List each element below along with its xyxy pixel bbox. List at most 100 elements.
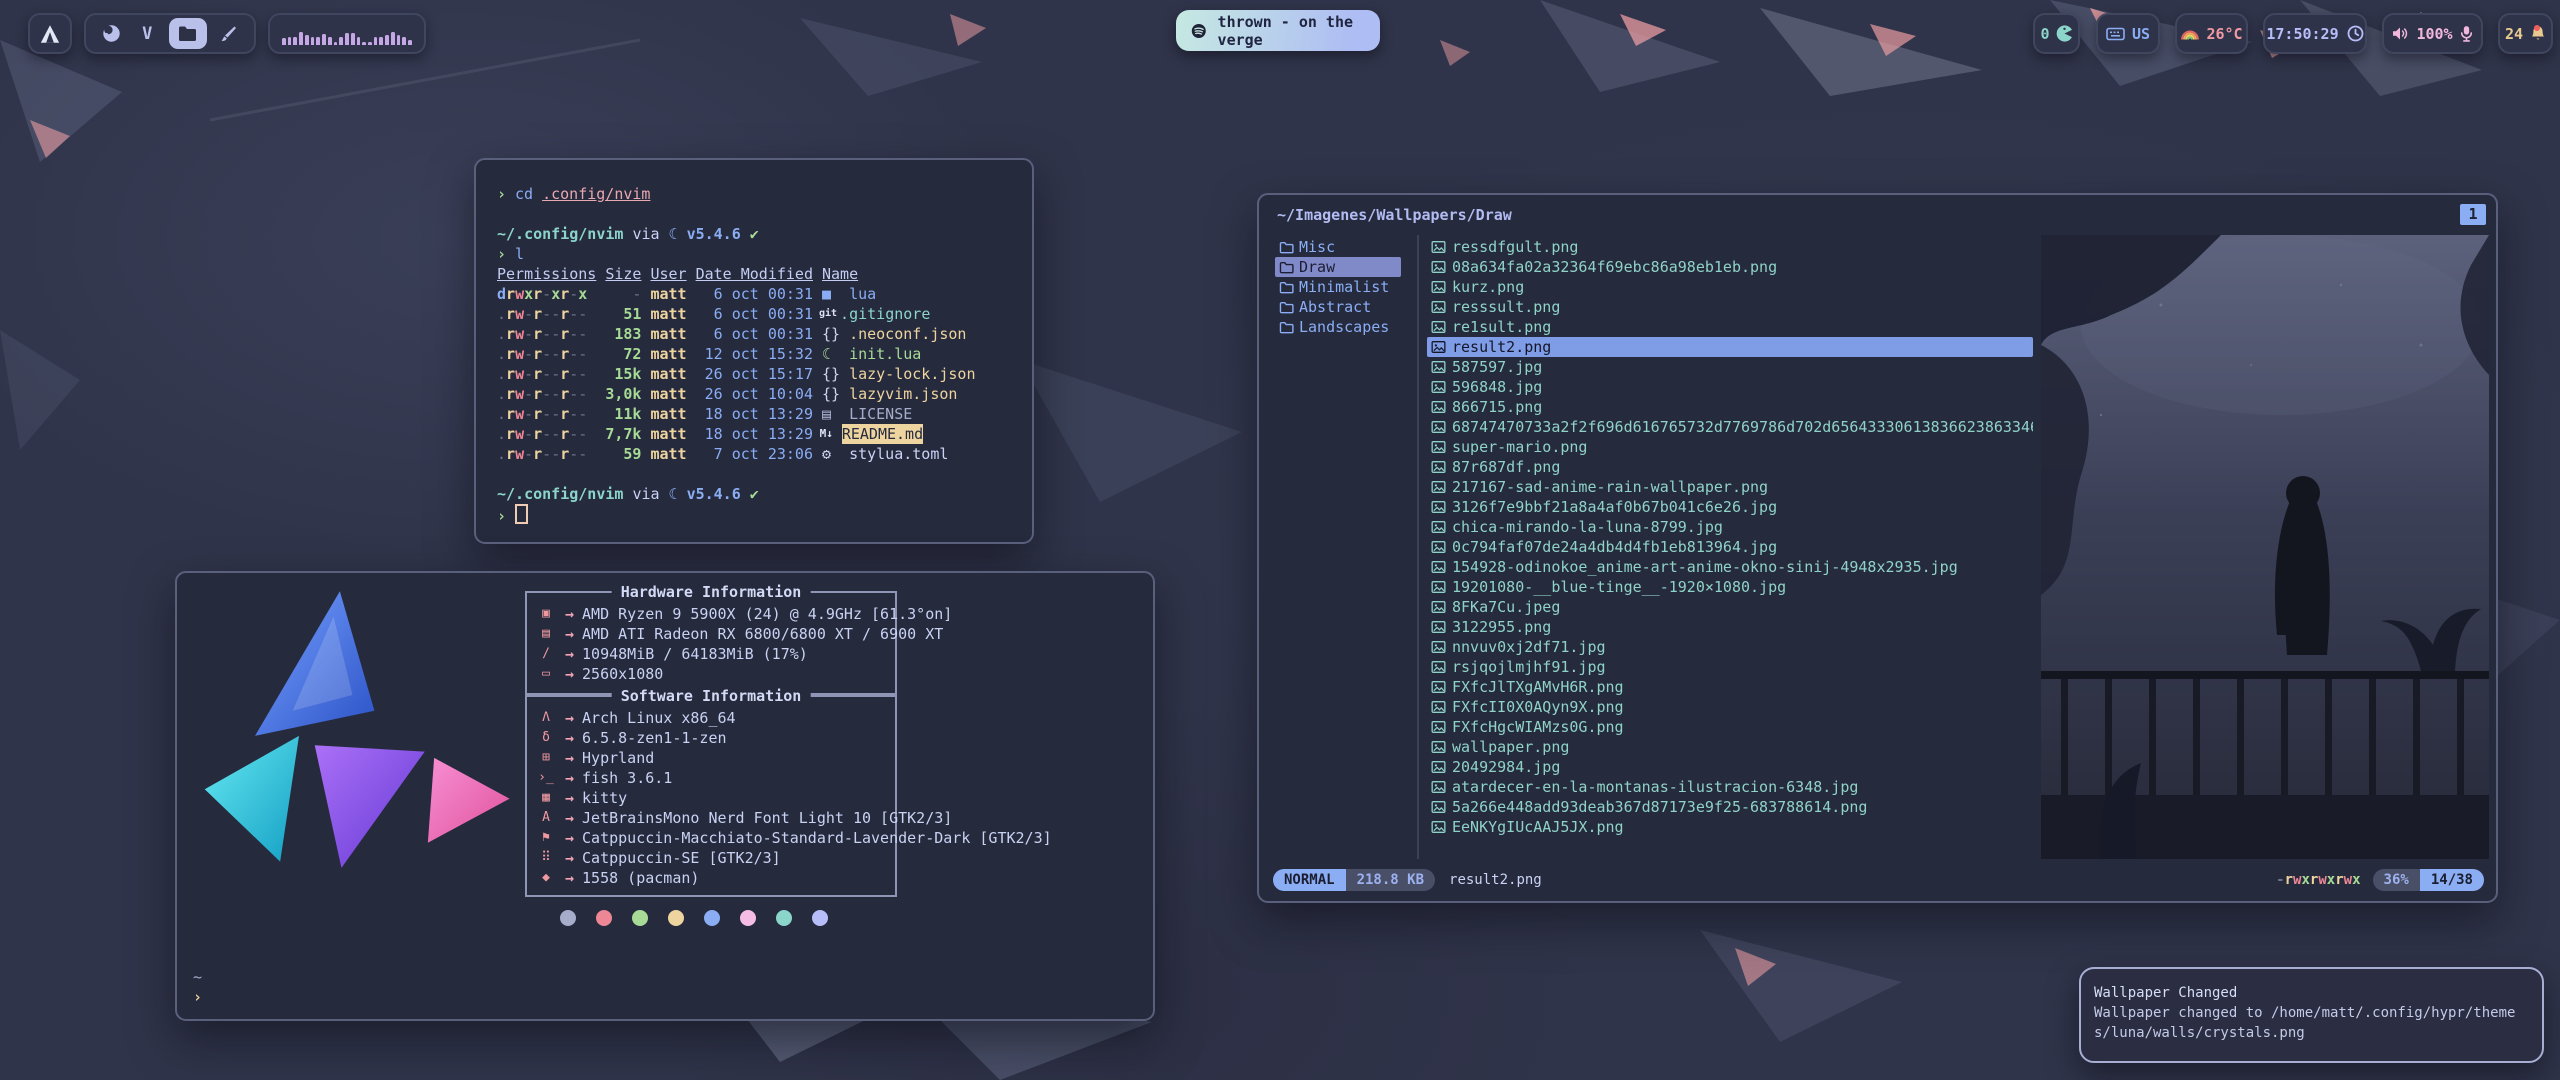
file-owner: matt	[650, 424, 686, 444]
file-list-item[interactable]: chica-mirando-la-luna-8799.jpg	[1427, 517, 2033, 537]
file-list-item[interactable]: 587597.jpg	[1427, 357, 2033, 377]
command-line: ›l	[497, 244, 1024, 264]
software-entry-text: JetBrainsMono Nerd Font Light 10 [GTK2/3…	[582, 808, 952, 828]
file-list-item[interactable]: atardecer-en-la-montanas-ilustracion-634…	[1427, 777, 2033, 797]
tab-badge[interactable]: 1	[2460, 204, 2486, 225]
file-list-item[interactable]: 3122955.png	[1427, 617, 2033, 637]
file-list-item[interactable]: re1sult.png	[1427, 317, 2033, 337]
file-list-item[interactable]: EeNKYgIUcAAJ5JX.png	[1427, 817, 2033, 837]
file-list-item[interactable]: FXfcII0X0AQyn9X.png	[1427, 697, 2033, 717]
ls-file-row: .rw-r--r--7,7kmatt18 oct 13:29M↓README.m…	[497, 424, 1024, 444]
file-item-name: 866715.png	[1452, 397, 1542, 417]
arrow-icon: →	[565, 808, 574, 828]
file-list-item[interactable]: resssult.png	[1427, 297, 2033, 317]
terminal-window[interactable]: ›cd.config/nvim ~/.config/nvimvia☾v5.4.6…	[474, 158, 1034, 544]
file-list-item[interactable]: 3126f7e9bbf21a8a4af0b67b041c6e26.jpg	[1427, 497, 2033, 517]
file-list-item[interactable]: 217167-sad-anime-rain-wallpaper.png	[1427, 477, 2033, 497]
file-list-item[interactable]: 19201080-__blue-tinge__-1920×1080.jpg	[1427, 577, 2033, 597]
sidebar-folder-name: Draw	[1299, 257, 1335, 277]
file-name: init.lua	[849, 344, 921, 364]
visualizer-bar	[345, 33, 349, 45]
file-size: 59	[605, 444, 641, 464]
software-entry-text: 6.5.8-zen1-1-zen	[582, 728, 727, 748]
hardware-entry-text: AMD ATI Radeon RX 6800/6800 XT / 6900 XT	[582, 624, 943, 644]
file-manager-icon[interactable]	[169, 18, 207, 49]
brush-icon[interactable]	[214, 20, 242, 48]
software-entry-icon: ◆	[533, 868, 559, 888]
file-size: 7,7k	[605, 424, 641, 444]
filetype-icon: ■	[822, 284, 840, 304]
file-item-name: result2.png	[1452, 337, 1551, 357]
file-item-name: 596848.jpg	[1452, 377, 1542, 397]
app-launcher-button[interactable]	[28, 13, 72, 54]
file-list-item[interactable]: 87r687df.png	[1427, 457, 2033, 477]
file-list-item[interactable]: 866715.png	[1427, 397, 2033, 417]
updates-module[interactable]: 0	[2033, 13, 2080, 54]
file-item-name: wallpaper.png	[1452, 737, 1569, 757]
file-list-item[interactable]: wallpaper.png	[1427, 737, 2033, 757]
spotify-icon	[1191, 21, 1207, 41]
software-info-title: Software Information	[612, 686, 811, 706]
file-list-item[interactable]: nnvuv0xj2df71.jpg	[1427, 637, 2033, 657]
file-item-name: resssult.png	[1452, 297, 1560, 317]
file-list-item[interactable]: 5a266e448add93deab367d87173e9f25-6837886…	[1427, 797, 2033, 817]
arch-logo-icon	[39, 23, 61, 45]
file-list-item[interactable]: super-mario.png	[1427, 437, 2033, 457]
weather-module[interactable]: 26°C	[2175, 13, 2248, 54]
filetype-icon: M↓	[820, 424, 833, 444]
fetch-terminal-window[interactable]: Hardware Information ▣→AMD Ryzen 9 5900X…	[175, 571, 1155, 1021]
filetype-icon: {}	[822, 364, 840, 384]
clock-module[interactable]: 17:50:29	[2263, 13, 2367, 54]
image-file-icon	[1431, 280, 1446, 294]
folder-icon	[1279, 281, 1294, 294]
vivaldi-icon[interactable]: V	[133, 20, 161, 48]
audio-visualizer[interactable]	[268, 13, 426, 54]
file-size: 3,0k	[605, 384, 641, 404]
keyboard-layout-module[interactable]: US	[2096, 13, 2160, 54]
firefox-icon[interactable]	[98, 20, 126, 48]
sidebar-folder-item[interactable]: Misc	[1275, 237, 1401, 257]
sidebar-folder-item[interactable]: Minimalist	[1275, 277, 1401, 297]
file-list-item[interactable]: FXfcJlTXgAMvH6R.png	[1427, 677, 2033, 697]
check-icon: ✔	[750, 485, 759, 503]
software-info-entry: ⚑→Catppuccin-Macchiato-Standard-Lavender…	[533, 828, 895, 848]
sidebar-folder-item[interactable]: Draw	[1275, 257, 1401, 277]
notification-toast[interactable]: Wallpaper Changed Wallpaper changed to /…	[2079, 967, 2544, 1063]
file-list-item[interactable]: 154928-odinokoe_anime-art-anime-okno-sin…	[1427, 557, 2033, 577]
visualizer-bar	[334, 42, 338, 45]
file-list-item[interactable]: 0c794faf07de24a4db4d4fb1eb813964.jpg	[1427, 537, 2033, 557]
filetype-icon: {}	[822, 384, 840, 404]
hardware-entry-icon: ▭	[533, 664, 559, 684]
ls-file-row: .rw-r--r--3,0kmatt26 oct 10:04{}lazyvim.…	[497, 384, 1024, 404]
file-list-item[interactable]: kurz.png	[1427, 277, 2033, 297]
file-list-item[interactable]: FXfcHgcWIAMzs0G.png	[1427, 717, 2033, 737]
file-list-item[interactable]: rsjqojlmjhf91.jpg	[1427, 657, 2033, 677]
audio-module[interactable]: 100%	[2382, 13, 2483, 54]
filetype-icon: git	[819, 304, 831, 324]
file-permissions: drwxr-xr-x	[497, 284, 596, 304]
arrow-icon: →	[565, 848, 574, 868]
file-list-item[interactable]: 20492984.jpg	[1427, 757, 2033, 777]
spotify-widget[interactable]: thrown - on the verge	[1176, 10, 1380, 51]
image-file-icon	[1431, 440, 1446, 454]
file-list-item[interactable]: ressdfgult.png	[1427, 237, 2033, 257]
shell-prompt[interactable]: ~ ›	[193, 967, 202, 1007]
sidebar-folder-item[interactable]: Abstract	[1275, 297, 1401, 317]
file-list-item[interactable]: 596848.jpg	[1427, 377, 2033, 397]
hardware-info-entry: ∕→10948MiB / 64183MiB (17%)	[533, 644, 895, 664]
file-list-item[interactable]: result2.png	[1427, 337, 2033, 357]
prompt-context: ~/.config/nvimvia☾v5.4.6✔	[497, 484, 1024, 504]
notifications-module[interactable]: 24	[2498, 13, 2553, 54]
folder-icon	[1279, 241, 1294, 254]
lua-icon: ☾	[669, 485, 678, 503]
sidebar-folder-item[interactable]: Landscapes	[1275, 317, 1401, 337]
visualizer-bar	[305, 35, 309, 45]
software-info-box: Software Information Λ→Arch Linux x86_64…	[525, 695, 897, 897]
file-manager-window[interactable]: ~/Imagenes/Wallpapers/Draw 1 Misc Draw M…	[1257, 193, 2498, 903]
file-list-item[interactable]: 8FKa7Cu.jpeg	[1427, 597, 2033, 617]
file-list-item[interactable]: 68747470733a2f2f696d616765732d7769786d70…	[1427, 417, 2033, 437]
file-item-name: re1sult.png	[1452, 317, 1551, 337]
image-file-icon	[1431, 760, 1446, 774]
file-list-item[interactable]: 08a634fa02a32364f69ebc86a98eb1eb.png	[1427, 257, 2033, 277]
prompt-line[interactable]: ›	[497, 504, 1024, 524]
